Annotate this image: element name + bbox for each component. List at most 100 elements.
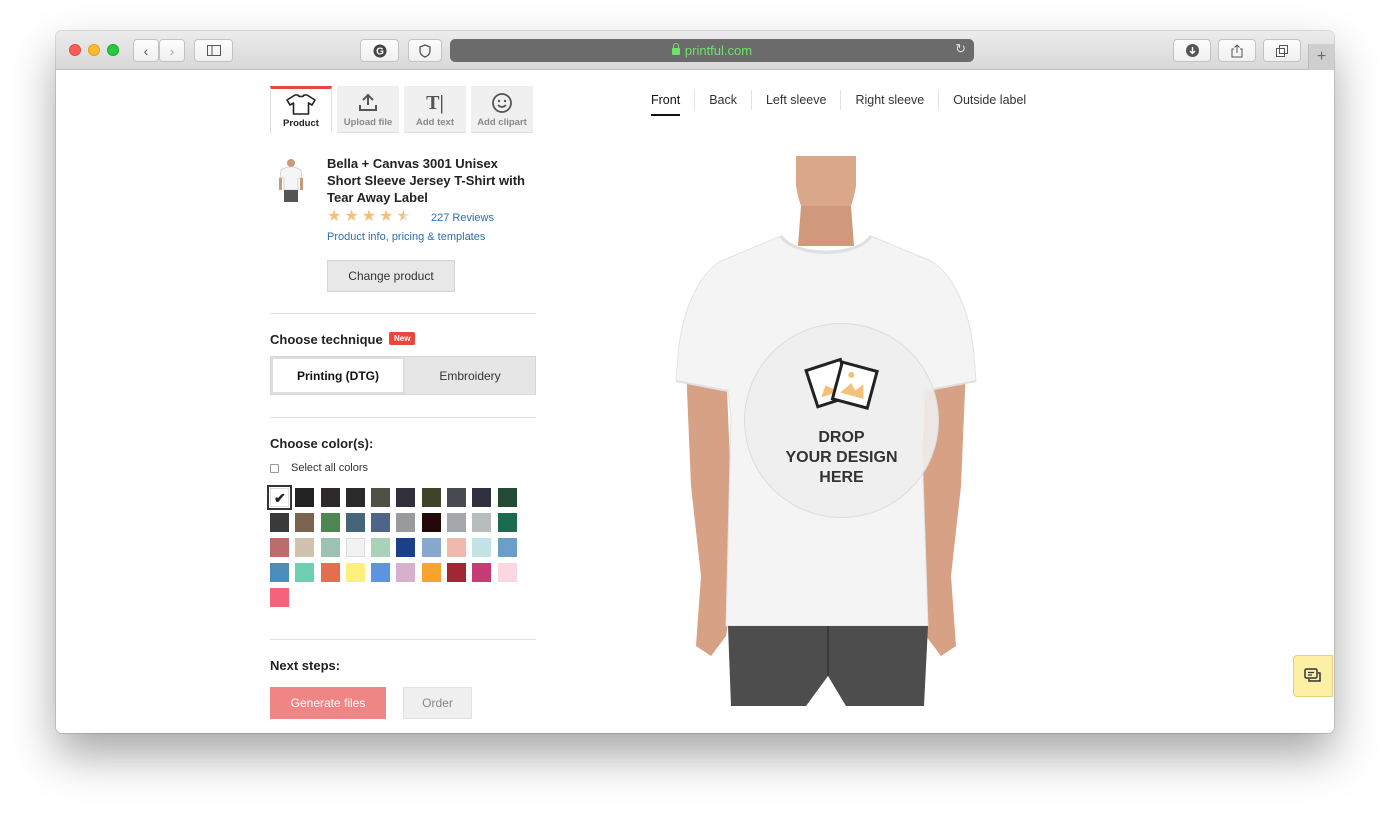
color-swatch[interactable] — [497, 538, 517, 557]
new-tab-button[interactable]: + — [1308, 44, 1334, 70]
color-swatch[interactable] — [270, 588, 289, 607]
tab-back[interactable]: Back — [695, 90, 752, 110]
color-swatch[interactable] — [472, 538, 492, 557]
color-swatch[interactable] — [345, 563, 365, 582]
tabs-icon — [1275, 44, 1288, 57]
tool-add-clipart[interactable]: Add clipart — [471, 86, 533, 133]
tool-upload-file[interactable]: Upload file — [337, 86, 399, 133]
tool-add-text[interactable]: T| Add text — [404, 86, 466, 133]
tool-label: Add text — [416, 117, 454, 128]
color-swatch[interactable] — [396, 538, 416, 557]
color-swatch[interactable] — [295, 563, 315, 582]
color-swatch[interactable] — [396, 513, 416, 532]
browser-window: ‹ › G printful.com ↻ + Product Upload fi… — [56, 31, 1334, 733]
color-swatch[interactable] — [270, 538, 289, 557]
color-swatch[interactable] — [295, 488, 315, 507]
select-all-checkbox[interactable] — [270, 463, 279, 473]
color-swatch[interactable] — [472, 488, 492, 507]
tab-front[interactable]: Front — [637, 90, 696, 116]
color-swatch[interactable] — [371, 488, 391, 507]
design-tools: Product Upload file T| Add text Add clip… — [270, 86, 535, 133]
color-swatch[interactable] — [295, 513, 315, 532]
divider — [270, 417, 536, 418]
color-swatch[interactable] — [295, 538, 315, 557]
drop-text-line: DROP — [818, 429, 865, 446]
star-icon: ★ — [361, 208, 377, 225]
drop-text-line: HERE — [819, 469, 864, 486]
divider — [270, 639, 536, 640]
color-swatch[interactable] — [320, 513, 340, 532]
tab-left-sleeve[interactable]: Left sleeve — [752, 90, 842, 110]
lock-icon — [671, 43, 680, 55]
color-swatch[interactable] — [320, 563, 340, 582]
grammarly-extension-button[interactable]: G — [360, 39, 399, 62]
tool-product[interactable]: Product — [270, 86, 332, 133]
color-swatch[interactable] — [270, 513, 289, 532]
change-product-button[interactable]: Change product — [327, 260, 455, 292]
forward-button[interactable]: › — [159, 39, 185, 62]
color-swatch[interactable] — [497, 513, 517, 532]
color-swatch[interactable] — [320, 488, 340, 507]
address-text: printful.com — [684, 43, 753, 58]
grammarly-icon: G — [373, 44, 386, 57]
color-swatch[interactable] — [497, 563, 517, 582]
color-swatch[interactable] — [472, 513, 492, 532]
color-swatch[interactable] — [396, 563, 416, 582]
color-swatch[interactable] — [345, 488, 365, 507]
drop-zone-text: DROP YOUR DESIGN HERE — [785, 428, 897, 488]
color-swatch[interactable] — [270, 563, 289, 582]
color-swatch[interactable] — [447, 513, 467, 532]
color-swatch[interactable] — [447, 563, 467, 582]
next-steps-title: Next steps: — [270, 658, 341, 673]
tab-outside-label[interactable]: Outside label — [939, 90, 1040, 110]
color-swatch[interactable] — [447, 488, 467, 507]
technique-selector: Printing (DTG) Embroidery — [270, 356, 536, 395]
upload-icon — [359, 93, 377, 111]
chat-icon — [1304, 668, 1321, 682]
share-button[interactable] — [1218, 39, 1256, 62]
color-swatch[interactable] — [472, 563, 492, 582]
color-swatch[interactable] — [421, 563, 441, 582]
svg-text:G: G — [376, 46, 384, 57]
color-swatch[interactable]: ✔ — [267, 485, 292, 510]
color-swatch[interactable] — [421, 538, 441, 557]
select-all-colors[interactable]: Select all colors — [270, 462, 368, 474]
design-drop-zone[interactable]: DROP YOUR DESIGN HERE — [744, 323, 939, 518]
product-info-link[interactable]: Product info, pricing & templates — [327, 231, 485, 243]
technique-printing-dtg[interactable]: Printing (DTG) — [271, 357, 405, 394]
order-button[interactable]: Order — [403, 687, 472, 719]
zoom-window-button[interactable] — [107, 44, 119, 56]
chevron-left-icon: ‹ — [143, 42, 149, 59]
color-swatch[interactable] — [421, 488, 441, 507]
address-bar[interactable]: printful.com ↻ — [450, 39, 974, 62]
minimize-window-button[interactable] — [88, 44, 100, 56]
sidebar-toggle-button[interactable] — [194, 39, 233, 62]
text-icon: T| — [426, 92, 444, 114]
color-swatch[interactable] — [345, 538, 365, 557]
star-icon: ★ — [379, 208, 394, 225]
color-swatch[interactable] — [371, 563, 391, 582]
color-swatch[interactable] — [447, 538, 467, 557]
color-swatch[interactable] — [497, 488, 517, 507]
downloads-button[interactable] — [1173, 39, 1211, 62]
rating-stars: ★ ★ ★ ★ ★ — [327, 209, 411, 225]
tshirt-icon — [286, 94, 316, 115]
privacy-extension-button[interactable] — [408, 39, 442, 62]
tab-right-sleeve[interactable]: Right sleeve — [841, 90, 940, 110]
technique-embroidery[interactable]: Embroidery — [405, 357, 535, 394]
half-star-icon: ★ — [396, 208, 411, 225]
color-swatch[interactable] — [320, 538, 340, 557]
generate-files-button[interactable]: Generate files — [270, 687, 386, 719]
color-swatch[interactable] — [396, 488, 416, 507]
reload-icon[interactable]: ↻ — [955, 41, 966, 57]
divider — [270, 313, 536, 314]
color-swatch[interactable] — [421, 513, 441, 532]
close-window-button[interactable] — [69, 44, 81, 56]
color-swatch[interactable] — [345, 513, 365, 532]
color-swatch[interactable] — [371, 538, 391, 557]
tabs-overview-button[interactable] — [1263, 39, 1301, 62]
chat-support-button[interactable] — [1293, 655, 1333, 697]
color-swatch[interactable] — [371, 513, 391, 532]
back-button[interactable]: ‹ — [133, 39, 159, 62]
reviews-link[interactable]: 227 Reviews — [431, 212, 494, 224]
